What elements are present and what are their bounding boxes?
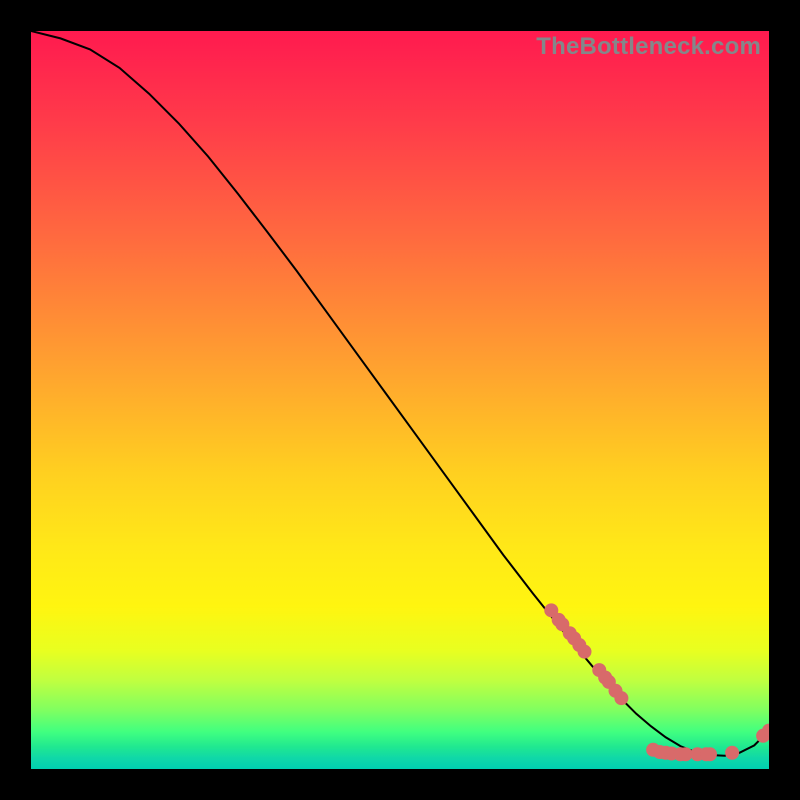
watermark-text: TheBottleneck.com xyxy=(536,33,761,61)
sample-point xyxy=(545,604,558,617)
sample-points xyxy=(545,604,769,761)
sample-point xyxy=(568,632,581,645)
sample-point xyxy=(679,748,692,761)
sample-point xyxy=(653,746,666,759)
sample-point xyxy=(691,748,704,761)
sample-point xyxy=(700,748,713,761)
sample-point xyxy=(599,671,612,684)
sample-point xyxy=(593,664,606,677)
sample-point xyxy=(602,675,615,688)
sample-point xyxy=(556,618,569,631)
sample-point xyxy=(665,747,678,760)
sample-point xyxy=(552,613,565,626)
sample-point xyxy=(578,645,591,658)
sample-point xyxy=(615,692,628,705)
sample-point xyxy=(647,743,660,756)
sample-point xyxy=(573,639,586,652)
sample-point xyxy=(703,748,716,761)
plot-area: TheBottleneck.com xyxy=(31,31,769,769)
sample-point xyxy=(674,748,687,761)
sample-point xyxy=(763,724,770,737)
sample-point xyxy=(563,627,576,640)
sample-point xyxy=(609,684,622,697)
chart-frame: TheBottleneck.com xyxy=(0,0,800,800)
sample-point xyxy=(757,729,769,742)
sample-point xyxy=(659,746,672,759)
chart-svg xyxy=(31,31,769,769)
sample-point xyxy=(726,746,739,759)
bottleneck-curve xyxy=(31,31,769,756)
